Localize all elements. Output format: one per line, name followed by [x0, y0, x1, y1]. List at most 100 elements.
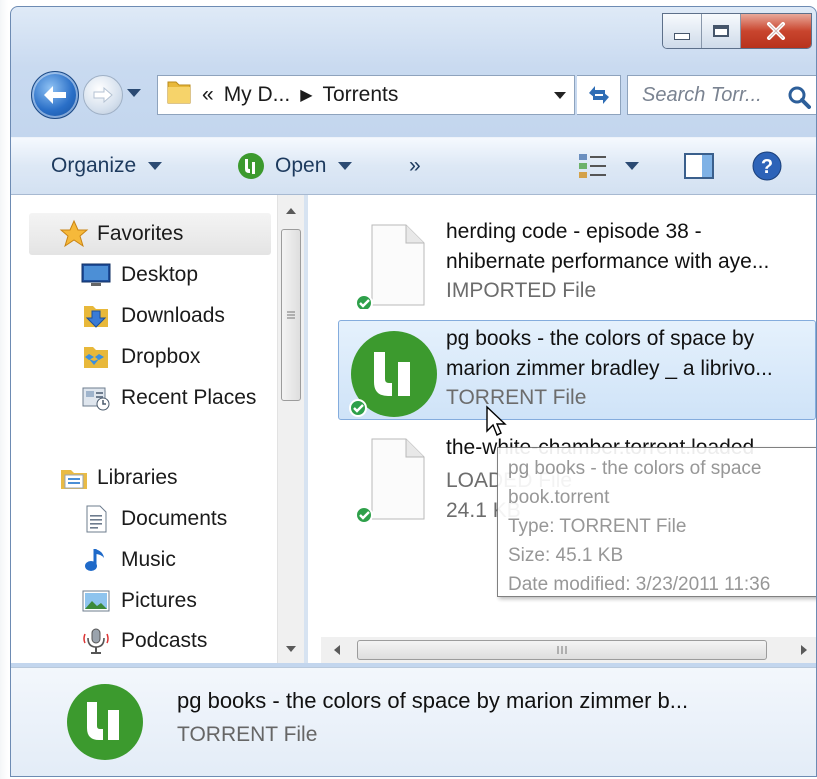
file-type: IMPORTED File: [446, 279, 597, 302]
sidebar-item-label: Podcasts: [121, 629, 208, 652]
address-overflow[interactable]: «: [202, 83, 214, 107]
back-button[interactable]: [31, 71, 79, 119]
grip-icon: [557, 646, 567, 654]
sidebar-item-label: Dropbox: [121, 345, 201, 368]
refresh-button[interactable]: [577, 75, 621, 115]
search-placeholder: Search Torr...: [642, 83, 762, 106]
utorrent-icon: [67, 684, 143, 760]
back-arrow-icon: [44, 86, 66, 104]
desktop-edge: [0, 0, 8, 779]
organize-button[interactable]: Organize: [51, 138, 163, 194]
sidebar-item-label: Music: [121, 548, 176, 571]
blank-file-icon: [355, 224, 425, 309]
help-icon: ?: [752, 151, 782, 181]
star-icon: [59, 219, 89, 249]
sidebar-item-label: Desktop: [121, 263, 199, 286]
desktop-icon: [81, 260, 111, 290]
view-options-icon: [579, 154, 606, 178]
scroll-up-arrow-icon[interactable]: [278, 201, 304, 221]
details-pane: pg books - the colors of space by marion…: [11, 667, 816, 776]
refresh-icon: [588, 86, 609, 104]
horizontal-scrollbar[interactable]: [321, 637, 816, 663]
navigation-bar: « My D... ▶ Torrents Search Torr...: [29, 69, 816, 119]
minimize-button[interactable]: [663, 14, 701, 48]
sidebar-item-desktop[interactable]: Desktop: [81, 260, 198, 290]
address-segment-torrents[interactable]: Torrents: [323, 83, 399, 107]
sidebar-item-label: Libraries: [97, 466, 178, 489]
sidebar-item-libraries[interactable]: Libraries: [59, 463, 178, 493]
file-name-line1: pg books - the colors of space by: [446, 327, 755, 350]
libraries-icon: [59, 463, 89, 493]
documents-icon: [81, 504, 111, 534]
sidebar-item-favorites[interactable]: Favorites: [59, 219, 183, 249]
scroll-down-arrow-icon[interactable]: [278, 639, 304, 659]
sidebar-item-music[interactable]: Music: [81, 545, 176, 575]
preview-pane-icon: [684, 153, 714, 179]
caption-buttons: [662, 13, 812, 49]
command-bar: Organize Open » ?: [11, 137, 816, 195]
organize-dropdown-icon: [148, 162, 163, 170]
address-bar[interactable]: « My D... ▶ Torrents: [157, 75, 575, 115]
close-button[interactable]: [740, 14, 811, 48]
list-item-selected[interactable]: pg books - the colors of space by marion…: [338, 320, 812, 420]
search-box[interactable]: Search Torr...: [627, 75, 816, 115]
recent-pages-dropdown[interactable]: [127, 89, 141, 97]
navigation-scroll-thumb[interactable]: [281, 229, 301, 401]
open-label: Open: [275, 154, 327, 177]
details-file-type: TORRENT File: [177, 723, 318, 746]
search-icon: [788, 86, 811, 109]
address-segment-my-documents[interactable]: My D...: [224, 83, 291, 107]
explorer-window: « My D... ▶ Torrents Search Torr... Orga…: [10, 6, 817, 777]
sidebar-item-documents[interactable]: Documents: [81, 504, 227, 534]
sidebar-item-downloads[interactable]: Downloads: [81, 301, 225, 331]
tooltip-name-line2: book.torrent: [508, 487, 610, 508]
sidebar-item-label: Pictures: [121, 589, 197, 612]
address-dropdown[interactable]: [554, 92, 566, 99]
tooltip-date-modified: Date modified: 3/23/2011 11:36: [508, 574, 771, 595]
sidebar-item-label: Downloads: [121, 304, 225, 327]
open-button[interactable]: Open: [237, 138, 353, 194]
file-name-line1: herding code - episode 38 -: [446, 220, 702, 243]
forward-arrow-icon: [93, 86, 113, 104]
preview-pane-button[interactable]: [683, 138, 715, 194]
maximize-button[interactable]: [701, 14, 740, 48]
close-icon: [767, 22, 785, 40]
help-button[interactable]: ?: [751, 138, 783, 194]
blank-file-icon: [355, 438, 425, 523]
view-dropdown-icon: [625, 162, 639, 170]
file-name-line2: nhibernate performance with aye...: [446, 250, 770, 273]
tooltip-size: Size: 45.1 KB: [508, 545, 624, 566]
sidebar-item-pictures[interactable]: Pictures: [81, 586, 197, 616]
downloads-folder-icon: [81, 301, 111, 331]
list-item[interactable]: herding code - episode 38 - nhibernate p…: [338, 213, 812, 309]
recent-places-icon: [81, 383, 111, 413]
scroll-left-arrow-icon[interactable]: [327, 637, 347, 663]
sidebar-item-recent-places[interactable]: Recent Places: [81, 383, 256, 413]
mouse-cursor-icon: [486, 405, 507, 436]
open-dropdown-icon: [338, 162, 353, 170]
pictures-icon: [81, 586, 111, 616]
navigation-scrollbar[interactable]: [277, 195, 304, 663]
utorrent-icon: [349, 331, 437, 417]
dropbox-folder-icon: [81, 342, 111, 372]
sidebar-item-label: Documents: [121, 507, 228, 530]
sidebar-item-dropbox[interactable]: Dropbox: [81, 342, 200, 372]
horizontal-scroll-thumb[interactable]: [357, 640, 767, 660]
forward-button[interactable]: [83, 75, 123, 115]
music-icon: [81, 545, 111, 575]
maximize-icon: [713, 25, 729, 37]
grip-icon: [287, 311, 295, 319]
svg-text:?: ?: [761, 156, 773, 178]
sidebar-item-label: Favorites: [97, 222, 184, 245]
change-view-button[interactable]: [577, 138, 639, 194]
tooltip-name-line1: pg books - the colors of space: [508, 458, 762, 479]
details-file-name: pg books - the colors of space by marion…: [177, 688, 689, 713]
breadcrumb-chevron-icon[interactable]: ▶: [300, 85, 312, 105]
sidebar-item-podcasts[interactable]: Podcasts: [81, 626, 207, 656]
more-commands-button[interactable]: »: [409, 138, 421, 194]
podcasts-icon: [81, 626, 111, 656]
scroll-right-arrow-icon[interactable]: [794, 637, 814, 663]
sidebar-item-label: Recent Places: [121, 386, 257, 409]
file-type: TORRENT File: [446, 386, 587, 409]
more-commands-label: »: [409, 154, 421, 177]
